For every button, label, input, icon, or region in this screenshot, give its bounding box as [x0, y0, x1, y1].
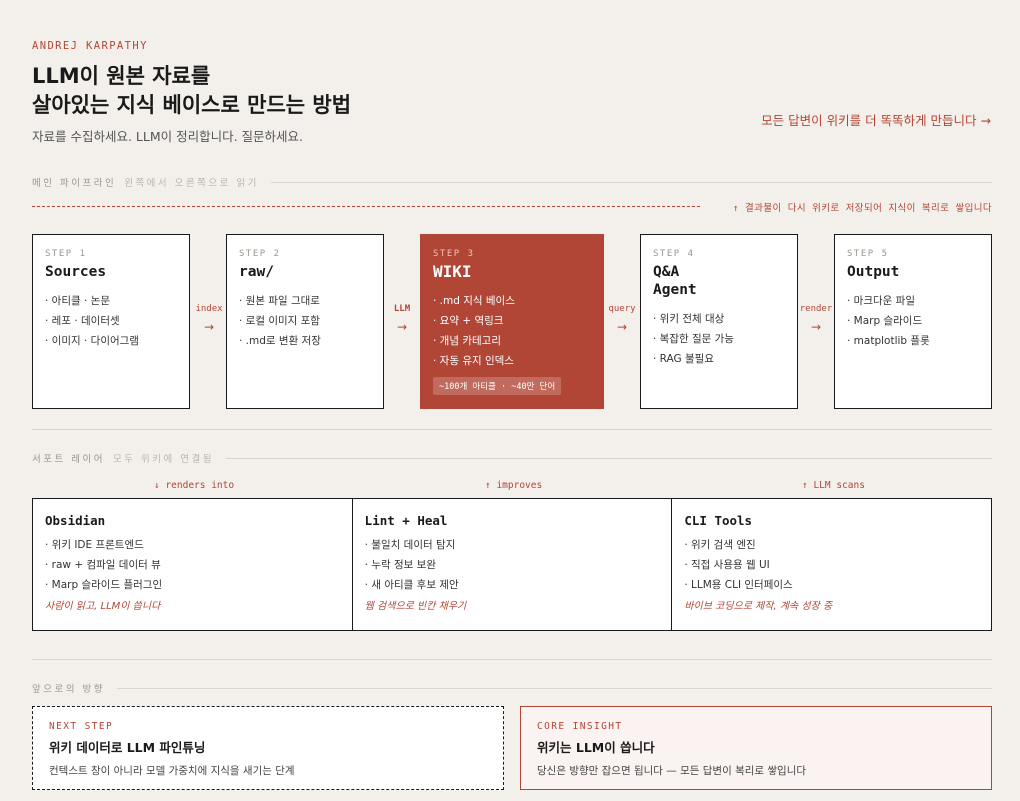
step-name: Q&A Agent: [653, 264, 697, 298]
feedback-note: ↑ 결과물이 다시 위키로 저장되어 지식이 복리로 쌓입니다: [732, 203, 992, 214]
list-item: · Marp 슬라이드: [847, 315, 923, 327]
support-obsidian: Obsidian · 위키 IDE 프론트엔드 · raw + 컴파일 데이터 …: [33, 499, 353, 630]
pipeline-hint: 왼쪽에서 오른쪽으로 읽기: [124, 178, 259, 189]
list-item: · RAG 불필요: [653, 353, 714, 365]
support-lint-heal: Lint + Heal · 불일치 데이터 탐지 · 누락 정보 보완 · 새 …: [353, 499, 673, 630]
card-title: 위키는 LLM이 씁니다: [537, 740, 655, 755]
support-label: 서포트 레이어 모두 위키에 연결됨: [32, 454, 214, 465]
core-insight-card: CORE INSIGHT 위키는 LLM이 씁니다 당신은 방향만 잡으면 됩니…: [520, 706, 992, 790]
list-item: · 불일치 데이터 탐지: [364, 539, 456, 551]
annotation-improves: ↑ improves: [485, 480, 543, 491]
list-item: · raw + 컴파일 데이터 뷰: [45, 559, 161, 571]
arrow-right-icon: →: [616, 320, 628, 334]
divider: [32, 429, 992, 430]
list-item: · 개념 카테고리: [433, 335, 501, 347]
card-desc: 컨텍스트 창이 아니라 모델 가중치에 지식을 새기는 단계: [49, 765, 295, 777]
support-note: 사람이 읽고, LLM이 씁니다: [45, 601, 161, 612]
step-label: STEP 4: [653, 249, 695, 259]
step-name: raw/: [239, 264, 274, 280]
annotation-llm-scans: ↑ LLM scans: [802, 480, 865, 491]
arrow-right-icon: →: [396, 320, 408, 334]
support-hint: 모두 위키에 연결됨: [112, 454, 214, 465]
card-kicker: CORE INSIGHT: [537, 721, 623, 732]
arrow-right-icon: →: [810, 320, 822, 334]
author-label: ANDREJ KARPATHY: [32, 40, 148, 52]
divider: [270, 181, 992, 183]
support-name: Obsidian: [45, 513, 106, 528]
list-item: · Marp 슬라이드 플러그인: [45, 579, 163, 591]
support-layer-table: Obsidian · 위키 IDE 프론트엔드 · raw + 컴파일 데이터 …: [32, 498, 992, 631]
step-label: STEP 1: [45, 249, 87, 259]
list-item: · 직접 사용용 웹 UI: [684, 559, 770, 571]
list-item: · .md로 변환 저장: [239, 335, 321, 347]
connector-render: render →: [796, 304, 836, 334]
list-item: · 아티클 · 논문: [45, 295, 110, 307]
connector-label: render: [799, 304, 833, 314]
list-item: · 자동 유지 인덱스: [433, 355, 514, 367]
list-item: · 레포 · 데이터셋: [45, 315, 120, 327]
connector-label: LLM: [393, 304, 411, 314]
list-item: · 위키 IDE 프론트엔드: [45, 539, 144, 551]
divider: [32, 659, 992, 660]
future-section-header: 앞으로의 방향: [32, 681, 992, 695]
step-wiki: STEP 3 WIKI · .md 지식 베이스 · 요약 + 역링크 · 개념…: [420, 234, 604, 409]
pipeline-section-header: 메인 파이프라인 왼쪽에서 오른쪽으로 읽기: [32, 175, 992, 189]
list-item: · 요약 + 역링크: [433, 315, 504, 327]
arrow-right-icon: →: [203, 320, 215, 334]
list-item: · 위키 검색 엔진: [684, 539, 756, 551]
step-label: STEP 5: [847, 249, 889, 259]
support-note: 웹 검색으로 빈칸 채우기: [364, 601, 467, 612]
card-desc: 당신은 방향만 잡으면 됩니다 — 모든 답변이 복리로 쌓입니다: [537, 765, 807, 777]
list-item: · 새 아티클 후보 제안: [364, 579, 459, 591]
page-subtitle: 자료를 수집하세요. LLM이 정리합니다. 질문하세요.: [32, 129, 304, 144]
list-item: · matplotlib 플롯: [847, 335, 930, 347]
list-item: · 이미지 · 다이어그램: [45, 335, 139, 347]
pipeline-label: 메인 파이프라인 왼쪽에서 오른쪽으로 읽기: [32, 178, 259, 189]
connector-llm: LLM →: [382, 304, 422, 334]
support-cli-tools: CLI Tools · 위키 검색 엔진 · 직접 사용용 웹 UI · LLM…: [672, 499, 991, 630]
support-name: CLI Tools: [684, 513, 753, 528]
step-sources: STEP 1 Sources · 아티클 · 논문 · 레포 · 데이터셋 · …: [32, 234, 190, 409]
support-section-header: 서포트 레이어 모두 위키에 연결됨: [32, 451, 992, 465]
support-name: Lint + Heal: [364, 513, 448, 528]
step-name: Sources: [45, 264, 107, 280]
divider: [116, 687, 992, 689]
header-link[interactable]: 모든 답변이 위키를 더 똑똑하게 만듭니다 →: [761, 110, 991, 129]
step-raw: STEP 2 raw/ · 원본 파일 그대로 · 로컬 이미지 포함 · .m…: [226, 234, 384, 409]
step-qa-agent: STEP 4 Q&A Agent · 위키 전체 대상 · 복잡한 질문 가능 …: [640, 234, 798, 409]
connector-label: index: [195, 304, 223, 314]
divider: [225, 457, 992, 459]
step-output: STEP 5 Output · 마크다운 파일 · Marp 슬라이드 · ma…: [834, 234, 992, 409]
title-line-1: LLM이 원본 자료를: [32, 64, 211, 88]
next-step-card: NEXT STEP 위키 데이터로 LLM 파인튜닝 컨텍스트 창이 아니라 모…: [32, 706, 504, 790]
support-note: 바이브 코딩으로 제작, 계속 성장 중: [684, 601, 833, 612]
connector-label: query: [608, 304, 636, 314]
list-item: · 위키 전체 대상: [653, 313, 725, 325]
list-item: · .md 지식 베이스: [433, 295, 515, 307]
step-name: WIKI: [433, 262, 472, 281]
list-item: · LLM용 CLI 인터페이스: [684, 579, 793, 591]
list-item: · 복잡한 질문 가능: [653, 333, 734, 345]
connector-index: index →: [189, 304, 229, 334]
list-item: · 로컬 이미지 포함: [239, 315, 320, 327]
list-item: · 누락 정보 보완: [364, 559, 436, 571]
step-label: STEP 2: [239, 249, 281, 259]
step-label: STEP 3: [433, 249, 475, 259]
card-kicker: NEXT STEP: [49, 721, 114, 732]
page-title: LLM이 원본 자료를 살아있는 지식 베이스로 만드는 방법: [32, 62, 351, 120]
annotation-renders-into: ↓ renders into: [154, 480, 235, 491]
connector-query: query →: [602, 304, 642, 334]
title-line-2: 살아있는 지식 베이스로 만드는 방법: [32, 93, 352, 117]
list-item: · 마크다운 파일: [847, 295, 915, 307]
wiki-stats-badge: ~100개 아티클 · ~40만 단어: [433, 377, 562, 395]
feedback-dashed-line: [32, 206, 700, 207]
step-name: Output: [847, 264, 900, 280]
card-title: 위키 데이터로 LLM 파인튜닝: [49, 740, 206, 755]
list-item: · 원본 파일 그대로: [239, 295, 320, 307]
future-label: 앞으로의 방향: [32, 684, 105, 695]
